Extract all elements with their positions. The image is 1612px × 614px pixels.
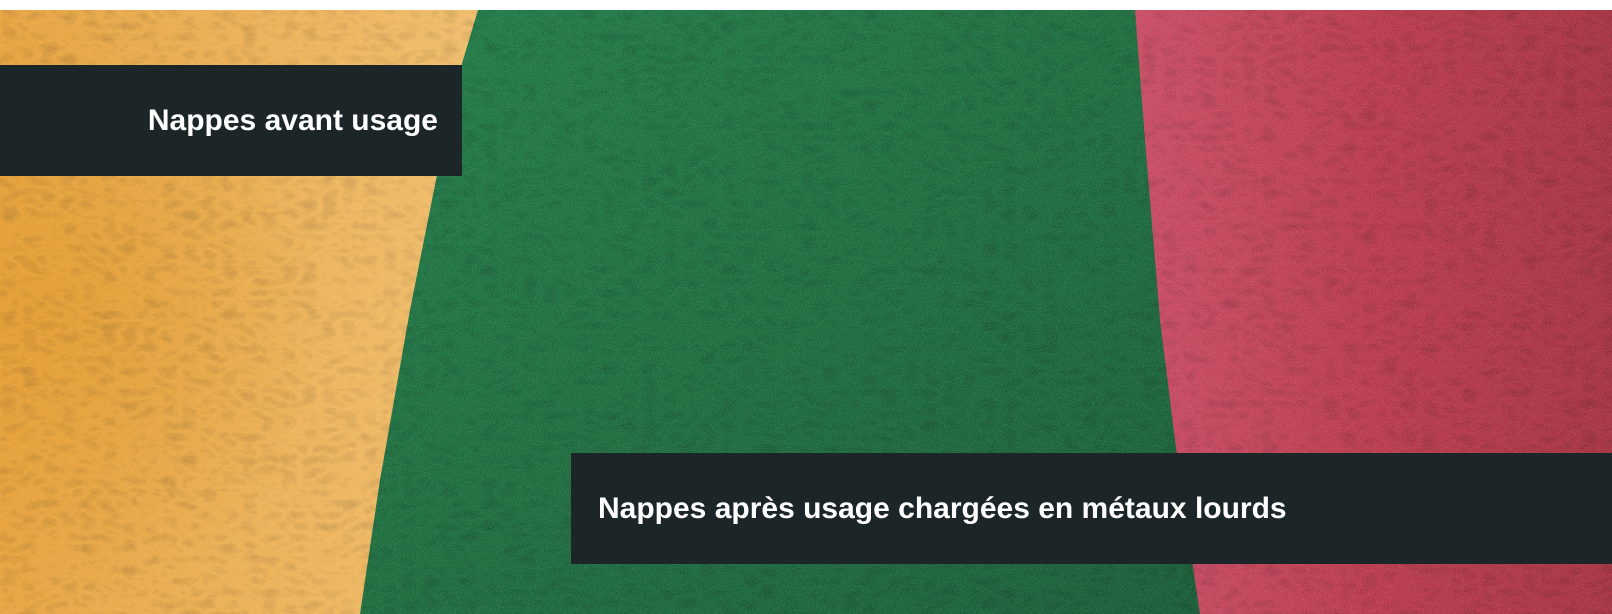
label-before-use: Nappes avant usage bbox=[0, 65, 462, 176]
label-before-use-text: Nappes avant usage bbox=[147, 103, 438, 137]
label-after-use: Nappes après usage chargées en métaux lo… bbox=[571, 453, 1612, 564]
label-after-use-text: Nappes après usage chargées en métaux lo… bbox=[598, 491, 1287, 525]
